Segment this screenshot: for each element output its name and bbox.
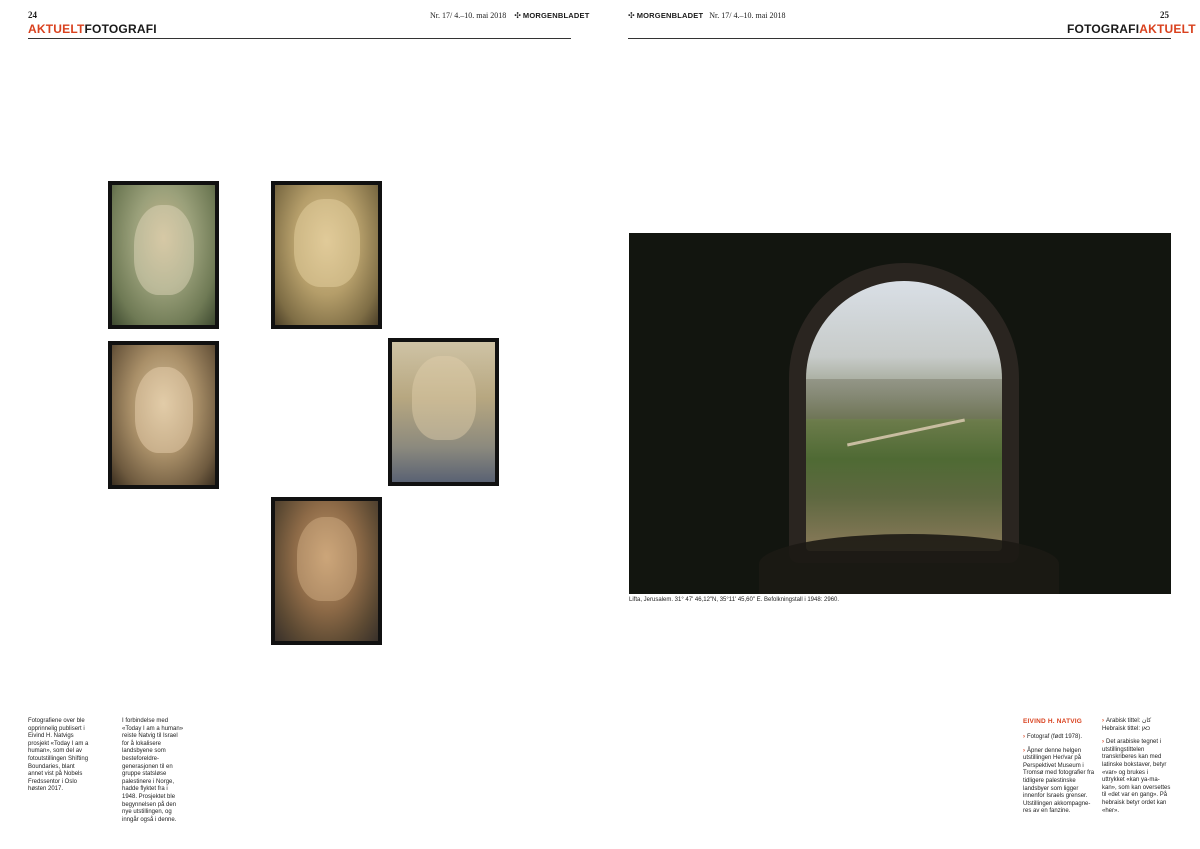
masthead: MORGENBLADET xyxy=(636,11,704,20)
byline: EIVIND H. NATVIG xyxy=(1023,718,1083,725)
morgenbladet-emblem-icon: ✣ xyxy=(514,11,521,20)
bullet-icon: › xyxy=(1023,747,1025,754)
section-kicker: FOTOGRAFIAKTUELT xyxy=(1067,22,1196,36)
header-rule xyxy=(28,38,571,39)
header-rule xyxy=(628,38,1171,39)
fact-4: Det arabiske tegnet i utstillingstittele… xyxy=(1102,739,1171,814)
section-kicker: AKTUELTFOTOGRAFI xyxy=(28,22,157,36)
fact-1: Fotograf (født 1978). xyxy=(1027,734,1083,740)
fact-2: Åpner denne helgen utstillingen Her/var … xyxy=(1023,747,1095,815)
page-number: 25 xyxy=(1160,10,1169,20)
facts-column-1: › Fotograf (født 1978). › Åpner denne helg… xyxy=(1023,734,1095,822)
portrait-3 xyxy=(108,341,219,489)
fact-3-hebrew: Hebraisk tittel: כאן xyxy=(1102,725,1151,732)
issue-line: Nr. 17/ 4.–10. mai 2018 xyxy=(430,11,507,20)
caption-column-2: I forbindelse med «Today I am a human» r… xyxy=(122,718,184,823)
portrait-1 xyxy=(108,181,219,329)
left-page: 24 Nr. 17/ 4.–10. mai 2018 ✣ MORGENBLADE… xyxy=(0,0,600,849)
rubble-floor xyxy=(759,534,1059,594)
photo-caption: Lifta, Jerusalem. 31° 47' 46,12"N, 35°11… xyxy=(629,597,840,603)
fact-3-arabic: Arabisk tittel: كان xyxy=(1106,718,1152,724)
section-red: AKTUELT xyxy=(1139,22,1196,36)
page-number: 24 xyxy=(28,10,37,20)
morgenbladet-emblem-icon: ✣ xyxy=(628,11,635,20)
portrait-5 xyxy=(271,497,382,645)
masthead: MORGENBLADET xyxy=(522,11,590,20)
portrait-4 xyxy=(388,338,499,486)
right-page: ✣ MORGENBLADET Nr. 17/ 4.–10. mai 2018 2… xyxy=(600,0,1200,849)
section-red: AKTUELT xyxy=(28,22,85,36)
section-black: FOTOGRAFI xyxy=(84,22,157,36)
arch-view xyxy=(806,281,1002,551)
bullet-icon: › xyxy=(1102,739,1104,746)
running-header: ✣ MORGENBLADET Nr. 17/ 4.–10. mai 2018 xyxy=(628,11,786,20)
bullet-icon: › xyxy=(1023,734,1025,740)
lifta-photo xyxy=(629,233,1171,594)
portrait-2 xyxy=(271,181,382,329)
caption-column-1: Fotografiene over ble opprinnelig publis… xyxy=(28,718,89,793)
bullet-icon: › xyxy=(1102,718,1104,724)
facts-column-2: › Arabisk tittel: كان Hebraisk tittel: כא… xyxy=(1102,718,1172,821)
section-black: FOTOGRAFI xyxy=(1067,22,1140,36)
issue-line: Nr. 17/ 4.–10. mai 2018 xyxy=(709,11,786,20)
running-header: Nr. 17/ 4.–10. mai 2018 ✣ MORGENBLADET xyxy=(430,11,590,20)
